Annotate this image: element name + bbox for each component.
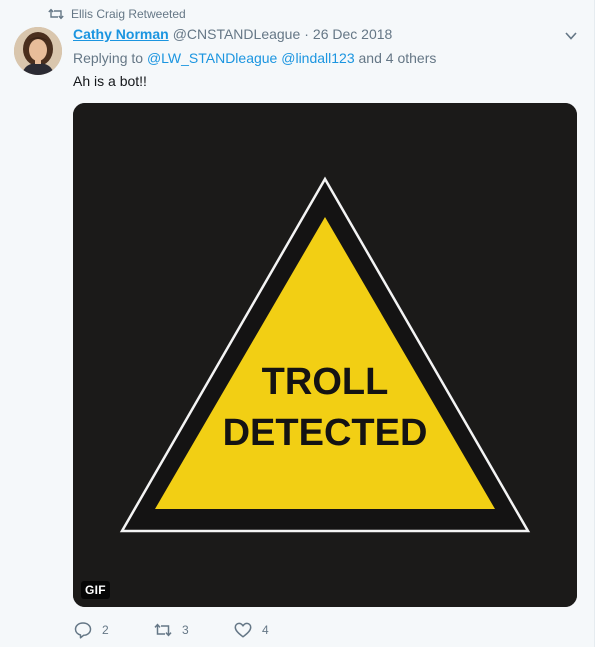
retweet-context: Ellis Craig Retweeted xyxy=(48,6,186,22)
reply-button[interactable]: 2 xyxy=(73,620,153,640)
heart-icon xyxy=(234,622,252,638)
tweet-timestamp[interactable]: 26 Dec 2018 xyxy=(313,26,392,42)
like-button[interactable]: 4 xyxy=(233,620,313,640)
reply-count: 2 xyxy=(102,623,109,637)
tweet-actions: 2 3 4 xyxy=(73,620,313,640)
gif-badge: GIF xyxy=(81,581,110,599)
tweet-header: Cathy Norman @CNSTANDLeague · 26 Dec 201… xyxy=(73,26,392,44)
tweet-text: Ah is a bot!! xyxy=(73,73,147,89)
tweet-card[interactable]: Ellis Craig Retweeted Cathy Norman @CNST… xyxy=(0,0,595,647)
sign-text-line1: TROLL xyxy=(262,361,389,403)
retweet-count: 3 xyxy=(182,623,189,637)
avatar-image xyxy=(14,27,62,75)
reply-others-link[interactable]: and 4 others xyxy=(359,50,437,66)
retweet-icon xyxy=(48,8,64,20)
troll-detected-sign: TROLL DETECTED xyxy=(73,103,577,607)
chevron-down-icon[interactable] xyxy=(563,29,579,43)
author-username[interactable]: @CNSTANDLeague xyxy=(173,26,301,42)
retweet-context-text: Ellis Craig Retweeted xyxy=(71,7,186,21)
gif-media[interactable]: TROLL DETECTED GIF xyxy=(73,103,577,607)
retweet-button[interactable]: 3 xyxy=(153,620,233,640)
retweet-icon xyxy=(154,623,172,637)
reply-context: Replying to @LW_STANDleague @lindall123 … xyxy=(73,50,436,66)
mention-link[interactable]: @LW_STANDleague xyxy=(147,50,277,66)
reply-prefix: Replying to xyxy=(73,50,144,66)
sign-text-line2: DETECTED xyxy=(223,412,428,454)
header-separator: · xyxy=(304,26,309,42)
mention-link[interactable]: @lindall123 xyxy=(281,50,354,66)
like-count: 4 xyxy=(262,623,269,637)
reply-icon xyxy=(74,622,92,639)
author-fullname[interactable]: Cathy Norman xyxy=(73,26,169,42)
avatar[interactable] xyxy=(14,27,62,75)
